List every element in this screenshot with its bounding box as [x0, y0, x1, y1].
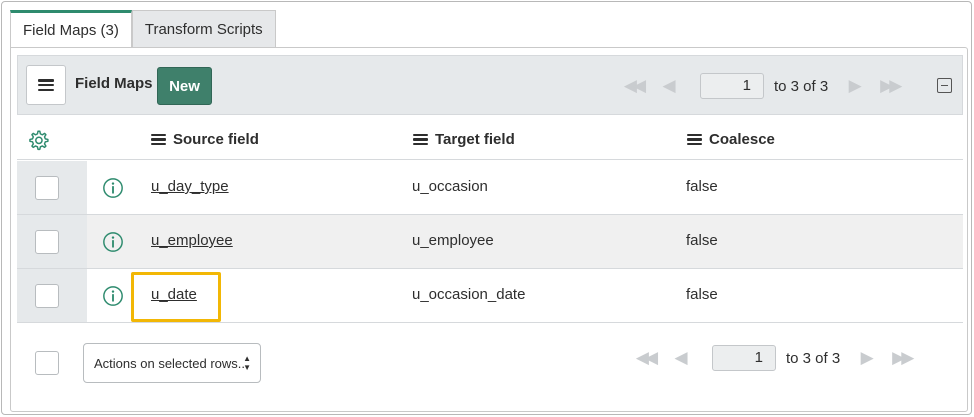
last-page-icon[interactable]: ▶▶ [886, 348, 916, 368]
list-menu-button[interactable] [26, 65, 66, 105]
column-menu-icon [151, 134, 166, 145]
column-header-coalesce[interactable]: Coalesce [687, 131, 775, 148]
tab-bar: Field Maps (3) Transform Scripts [10, 10, 276, 48]
table-header: Source field Target field Coalesce [17, 120, 963, 160]
list-title: Field Maps [75, 75, 153, 92]
actions-select-label: Actions on selected rows... [94, 355, 249, 371]
select-all-checkbox[interactable] [35, 351, 59, 375]
row-checkbox[interactable] [35, 176, 59, 200]
page-range-text: to 3 of 3 [774, 77, 829, 95]
row-checkbox[interactable] [35, 284, 59, 308]
select-arrows-icon: ▲ ▼ [243, 354, 251, 372]
coalesce-value: false [686, 286, 718, 303]
next-page-icon[interactable]: ▶ [852, 348, 882, 368]
column-menu-icon [413, 134, 428, 145]
list-toolbar: Field Maps New ◀◀ ◀ 1 to 3 of 3 ▶ ▶▶ [17, 55, 963, 115]
first-page-icon[interactable]: ◀◀ [618, 76, 648, 96]
coalesce-value: false [686, 178, 718, 195]
actions-select[interactable]: Actions on selected rows... ▲ ▼ [83, 343, 261, 383]
gear-icon[interactable] [27, 129, 49, 151]
new-button[interactable]: New [157, 67, 212, 105]
highlight-box [131, 272, 221, 322]
source-field-link[interactable]: u_employee [151, 232, 233, 249]
target-field-value: u_occasion_date [412, 286, 526, 303]
table-row: u_day_type u_occasion false [17, 161, 963, 215]
next-page-icon[interactable]: ▶ [840, 76, 870, 96]
target-field-value: u_employee [412, 232, 494, 249]
field-maps-panel: Field Maps New ◀◀ ◀ 1 to 3 of 3 ▶ ▶▶ Sou… [10, 47, 968, 412]
column-header-source[interactable]: Source field [151, 131, 259, 148]
row-checkbox[interactable] [35, 230, 59, 254]
row-select-cell [17, 215, 87, 268]
column-label-coalesce: Coalesce [709, 131, 775, 148]
column-header-target[interactable]: Target field [413, 131, 515, 148]
related-list-frame: Field Maps (3) Transform Scripts Field M… [1, 1, 972, 415]
list-menu-icon [38, 79, 54, 91]
column-label-source: Source field [173, 131, 259, 148]
top-pager: ◀◀ ◀ 1 to 3 of 3 ▶ ▶▶ [618, 73, 904, 99]
info-icon[interactable] [102, 285, 124, 307]
bottom-pager: ◀◀ ◀ 1 to 3 of 3 ▶ ▶▶ [630, 345, 916, 371]
collapse-icon[interactable] [937, 78, 952, 93]
info-icon[interactable] [102, 231, 124, 253]
last-page-icon[interactable]: ▶▶ [874, 76, 904, 96]
target-field-value: u_occasion [412, 178, 488, 195]
row-select-cell [17, 161, 87, 214]
row-select-cell [17, 269, 87, 322]
page-number-input[interactable]: 1 [712, 345, 776, 371]
prev-page-icon[interactable]: ◀ [654, 76, 684, 96]
tab-field-maps[interactable]: Field Maps (3) [10, 10, 132, 48]
tab-transform-scripts[interactable]: Transform Scripts [131, 10, 276, 48]
table-row: u_employee u_employee false [17, 215, 963, 269]
coalesce-value: false [686, 232, 718, 249]
column-menu-icon [687, 134, 702, 145]
column-label-target: Target field [435, 131, 515, 148]
prev-page-icon[interactable]: ◀ [666, 348, 696, 368]
page-range-text: to 3 of 3 [786, 349, 841, 367]
source-field-link[interactable]: u_day_type [151, 178, 229, 195]
first-page-icon[interactable]: ◀◀ [630, 348, 660, 368]
info-icon[interactable] [102, 177, 124, 199]
page-number-input[interactable]: 1 [700, 73, 764, 99]
